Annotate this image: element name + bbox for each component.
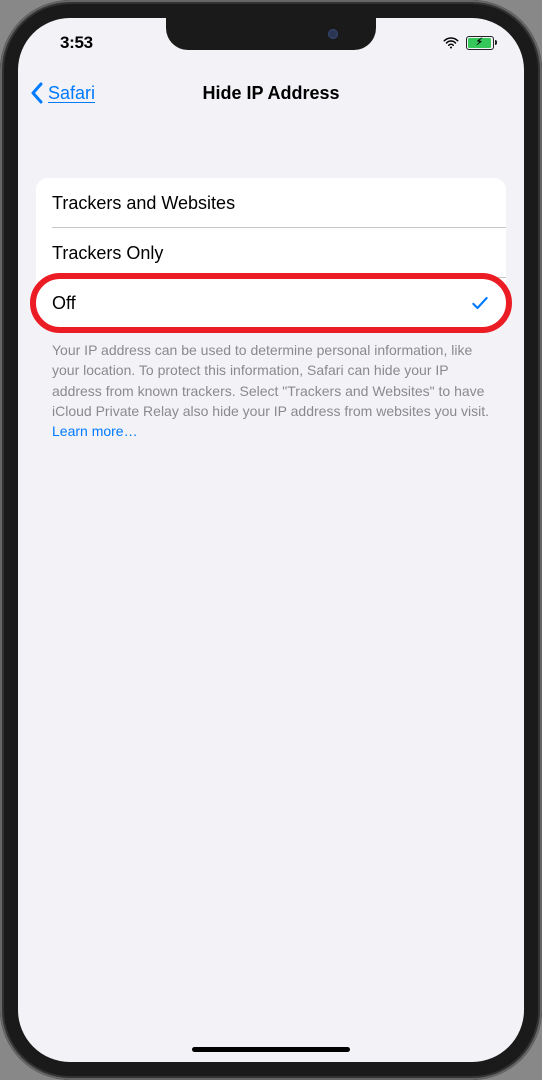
option-trackers-and-websites[interactable]: Trackers and Websites (36, 178, 506, 228)
options-list: Trackers and Websites Trackers Only Off (36, 178, 506, 328)
back-button[interactable]: Safari (30, 82, 95, 104)
option-label: Off (52, 293, 76, 314)
home-indicator[interactable] (192, 1047, 350, 1052)
nav-bar: Safari Hide IP Address (18, 68, 524, 118)
checkmark-icon (470, 293, 490, 313)
learn-more-link[interactable]: Learn more… (52, 423, 138, 439)
status-time: 3:53 (60, 33, 93, 53)
footer-description: Your IP address can be used to determine… (36, 328, 506, 441)
chevron-left-icon (30, 82, 44, 104)
footer-text-content: Your IP address can be used to determine… (52, 342, 489, 419)
highlight-annotation (30, 273, 512, 333)
option-off[interactable]: Off (36, 278, 506, 328)
page-title: Hide IP Address (202, 83, 339, 104)
option-label: Trackers and Websites (52, 193, 235, 214)
status-icons: ⚡︎ (442, 34, 494, 52)
wifi-icon (442, 34, 460, 52)
option-label: Trackers Only (52, 243, 163, 264)
option-trackers-only[interactable]: Trackers Only (36, 228, 506, 278)
battery-icon: ⚡︎ (466, 36, 494, 50)
back-label: Safari (48, 83, 95, 104)
